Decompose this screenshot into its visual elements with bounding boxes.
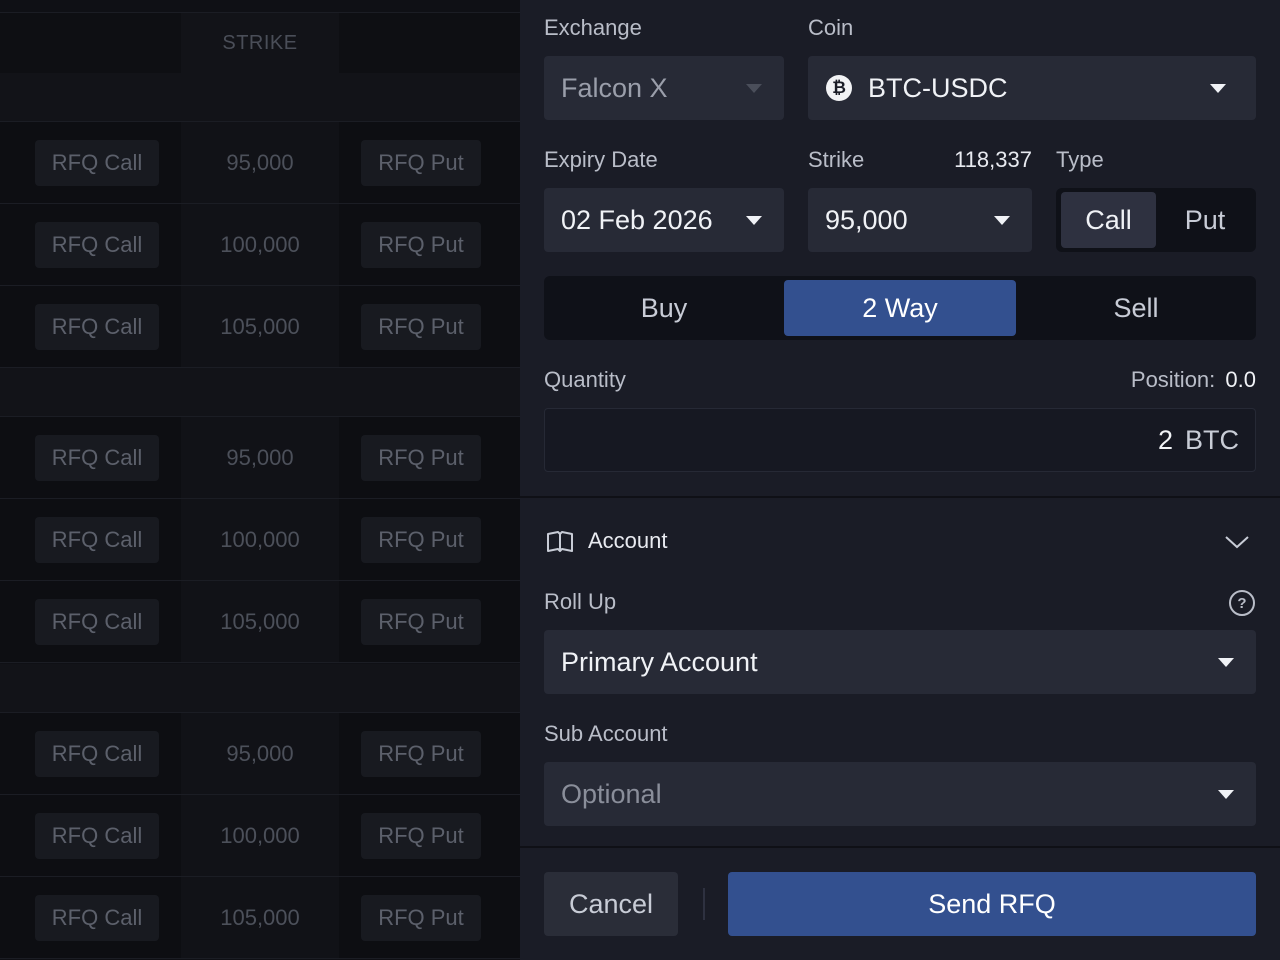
strike-value: 100,000 <box>181 795 339 876</box>
account-section-title: Account <box>588 528 668 553</box>
section-divider <box>520 846 1280 848</box>
chevron-down-icon <box>1225 536 1249 549</box>
section-divider <box>520 496 1280 498</box>
exchange-label: Exchange <box>544 15 642 40</box>
expiry-group-divider <box>0 73 520 122</box>
chain-row: RFQ Call 95,000 RFQ Put <box>0 713 520 795</box>
rfq-put-button[interactable]: RFQ Put <box>361 813 481 859</box>
rfq-put-button[interactable]: RFQ Put <box>361 304 481 350</box>
chain-row: RFQ Call 100,000 RFQ Put <box>0 795 520 877</box>
rfq-put-button[interactable]: RFQ Put <box>361 517 481 563</box>
side-toggle: Buy 2 Way Sell <box>544 276 1256 340</box>
rfq-put-button[interactable]: RFQ Put <box>361 599 481 645</box>
type-put-option[interactable]: Put <box>1156 192 1254 248</box>
spot-price: 118,337 <box>954 147 1032 172</box>
chain-row: RFQ Call 100,000 RFQ Put <box>0 499 520 581</box>
rfq-call-button[interactable]: RFQ Call <box>35 140 159 186</box>
chain-row: RFQ Call 95,000 RFQ Put <box>0 417 520 499</box>
rfq-call-button[interactable]: RFQ Call <box>35 517 159 563</box>
chain-row: RFQ Call 100,000 RFQ Put <box>0 204 520 286</box>
roll-up-select[interactable]: Primary Account <box>544 630 1256 694</box>
chevron-down-icon <box>746 216 762 225</box>
position-value: 0.0 <box>1225 367 1256 392</box>
strike-label: Strike <box>808 147 865 172</box>
rfq-call-button[interactable]: RFQ Call <box>35 895 159 941</box>
chain-row: RFQ Call 105,000 RFQ Put <box>0 877 520 959</box>
exchange-value: Falcon X <box>561 72 668 103</box>
exchange-select[interactable]: Falcon X <box>544 56 784 120</box>
chevron-down-icon <box>1218 658 1234 667</box>
coin-value: BTC-USDC <box>868 72 1008 103</box>
button-separator <box>703 888 705 920</box>
chevron-down-icon <box>1218 790 1234 799</box>
cancel-button[interactable]: Cancel <box>544 872 678 936</box>
quantity-value: 2 <box>1157 424 1173 455</box>
option-chain: STRIKE RFQ Call 95,000 RFQ Put RFQ Call … <box>0 0 520 960</box>
option-type-toggle: Call Put <box>1056 188 1256 252</box>
rfq-call-button[interactable]: RFQ Call <box>35 222 159 268</box>
side-buy-option[interactable]: Buy <box>544 280 784 336</box>
expiry-group-divider <box>0 664 520 713</box>
strike-value: 95,000 <box>181 122 339 203</box>
quantity-unit: BTC <box>1185 424 1239 455</box>
coin-select[interactable]: ₿ BTC-USDC <box>808 56 1256 120</box>
rfq-put-button[interactable]: RFQ Put <box>361 435 481 481</box>
strike-select-value: 95,000 <box>825 204 908 235</box>
strike-value: 100,000 <box>181 499 339 580</box>
sub-account-select[interactable]: Optional <box>544 762 1256 826</box>
roll-up-label: Roll Up <box>544 589 617 614</box>
rfq-put-button[interactable]: RFQ Put <box>361 731 481 777</box>
chevron-down-icon <box>746 84 762 93</box>
coin-label: Coin <box>808 15 854 40</box>
expiry-date-label: Expiry Date <box>544 147 658 172</box>
side-sell-option[interactable]: Sell <box>1016 280 1256 336</box>
strike-value: 105,000 <box>181 581 339 662</box>
help-icon[interactable]: ? <box>1229 590 1255 616</box>
strike-value: 105,000 <box>181 286 339 367</box>
rfq-call-button[interactable]: RFQ Call <box>35 304 159 350</box>
chain-row: RFQ Call 105,000 RFQ Put <box>0 581 520 663</box>
chevron-down-icon <box>1210 84 1226 93</box>
side-two-way-option[interactable]: 2 Way <box>784 280 1016 336</box>
sub-account-label: Sub Account <box>544 721 668 746</box>
bitcoin-icon: ₿ <box>826 75 852 101</box>
strike-value: 100,000 <box>181 204 339 285</box>
strike-select[interactable]: 95,000 <box>808 188 1032 252</box>
type-label: Type <box>1056 147 1104 172</box>
strike-column-header: STRIKE <box>181 13 339 73</box>
expiry-group-divider <box>0 368 520 417</box>
chain-row: RFQ Call 105,000 RFQ Put <box>0 286 520 368</box>
chain-header: STRIKE <box>0 12 520 74</box>
roll-up-value: Primary Account <box>561 646 758 677</box>
rfq-panel: Exchange Coin Falcon X ₿ BTC-USDC Expiry… <box>520 0 1280 960</box>
rfq-call-button[interactable]: RFQ Call <box>35 599 159 645</box>
account-section-header[interactable]: Account <box>544 520 1256 564</box>
strike-value: 105,000 <box>181 877 339 958</box>
expiry-date-select[interactable]: 02 Feb 2026 <box>544 188 784 252</box>
sub-account-placeholder: Optional <box>561 778 662 809</box>
send-rfq-button[interactable]: Send RFQ <box>728 872 1256 936</box>
rfq-put-button[interactable]: RFQ Put <box>361 895 481 941</box>
position-label: Position: <box>1130 367 1216 392</box>
rfq-put-button[interactable]: RFQ Put <box>361 222 481 268</box>
position-readout: Position: 0.0 <box>1076 367 1256 393</box>
rfq-call-button[interactable]: RFQ Call <box>35 731 159 777</box>
expiry-date-value: 02 Feb 2026 <box>561 204 713 235</box>
rfq-call-button[interactable]: RFQ Call <box>35 435 159 481</box>
chain-row: RFQ Call 95,000 RFQ Put <box>0 122 520 204</box>
quantity-input[interactable]: 2 BTC <box>544 408 1256 472</box>
strike-value: 95,000 <box>181 713 339 794</box>
book-icon <box>547 531 573 552</box>
strike-value: 95,000 <box>181 417 339 498</box>
chevron-down-icon <box>994 216 1010 225</box>
quantity-label: Quantity <box>544 367 626 392</box>
rfq-put-button[interactable]: RFQ Put <box>361 140 481 186</box>
type-call-option[interactable]: Call <box>1061 192 1156 248</box>
rfq-call-button[interactable]: RFQ Call <box>35 813 159 859</box>
